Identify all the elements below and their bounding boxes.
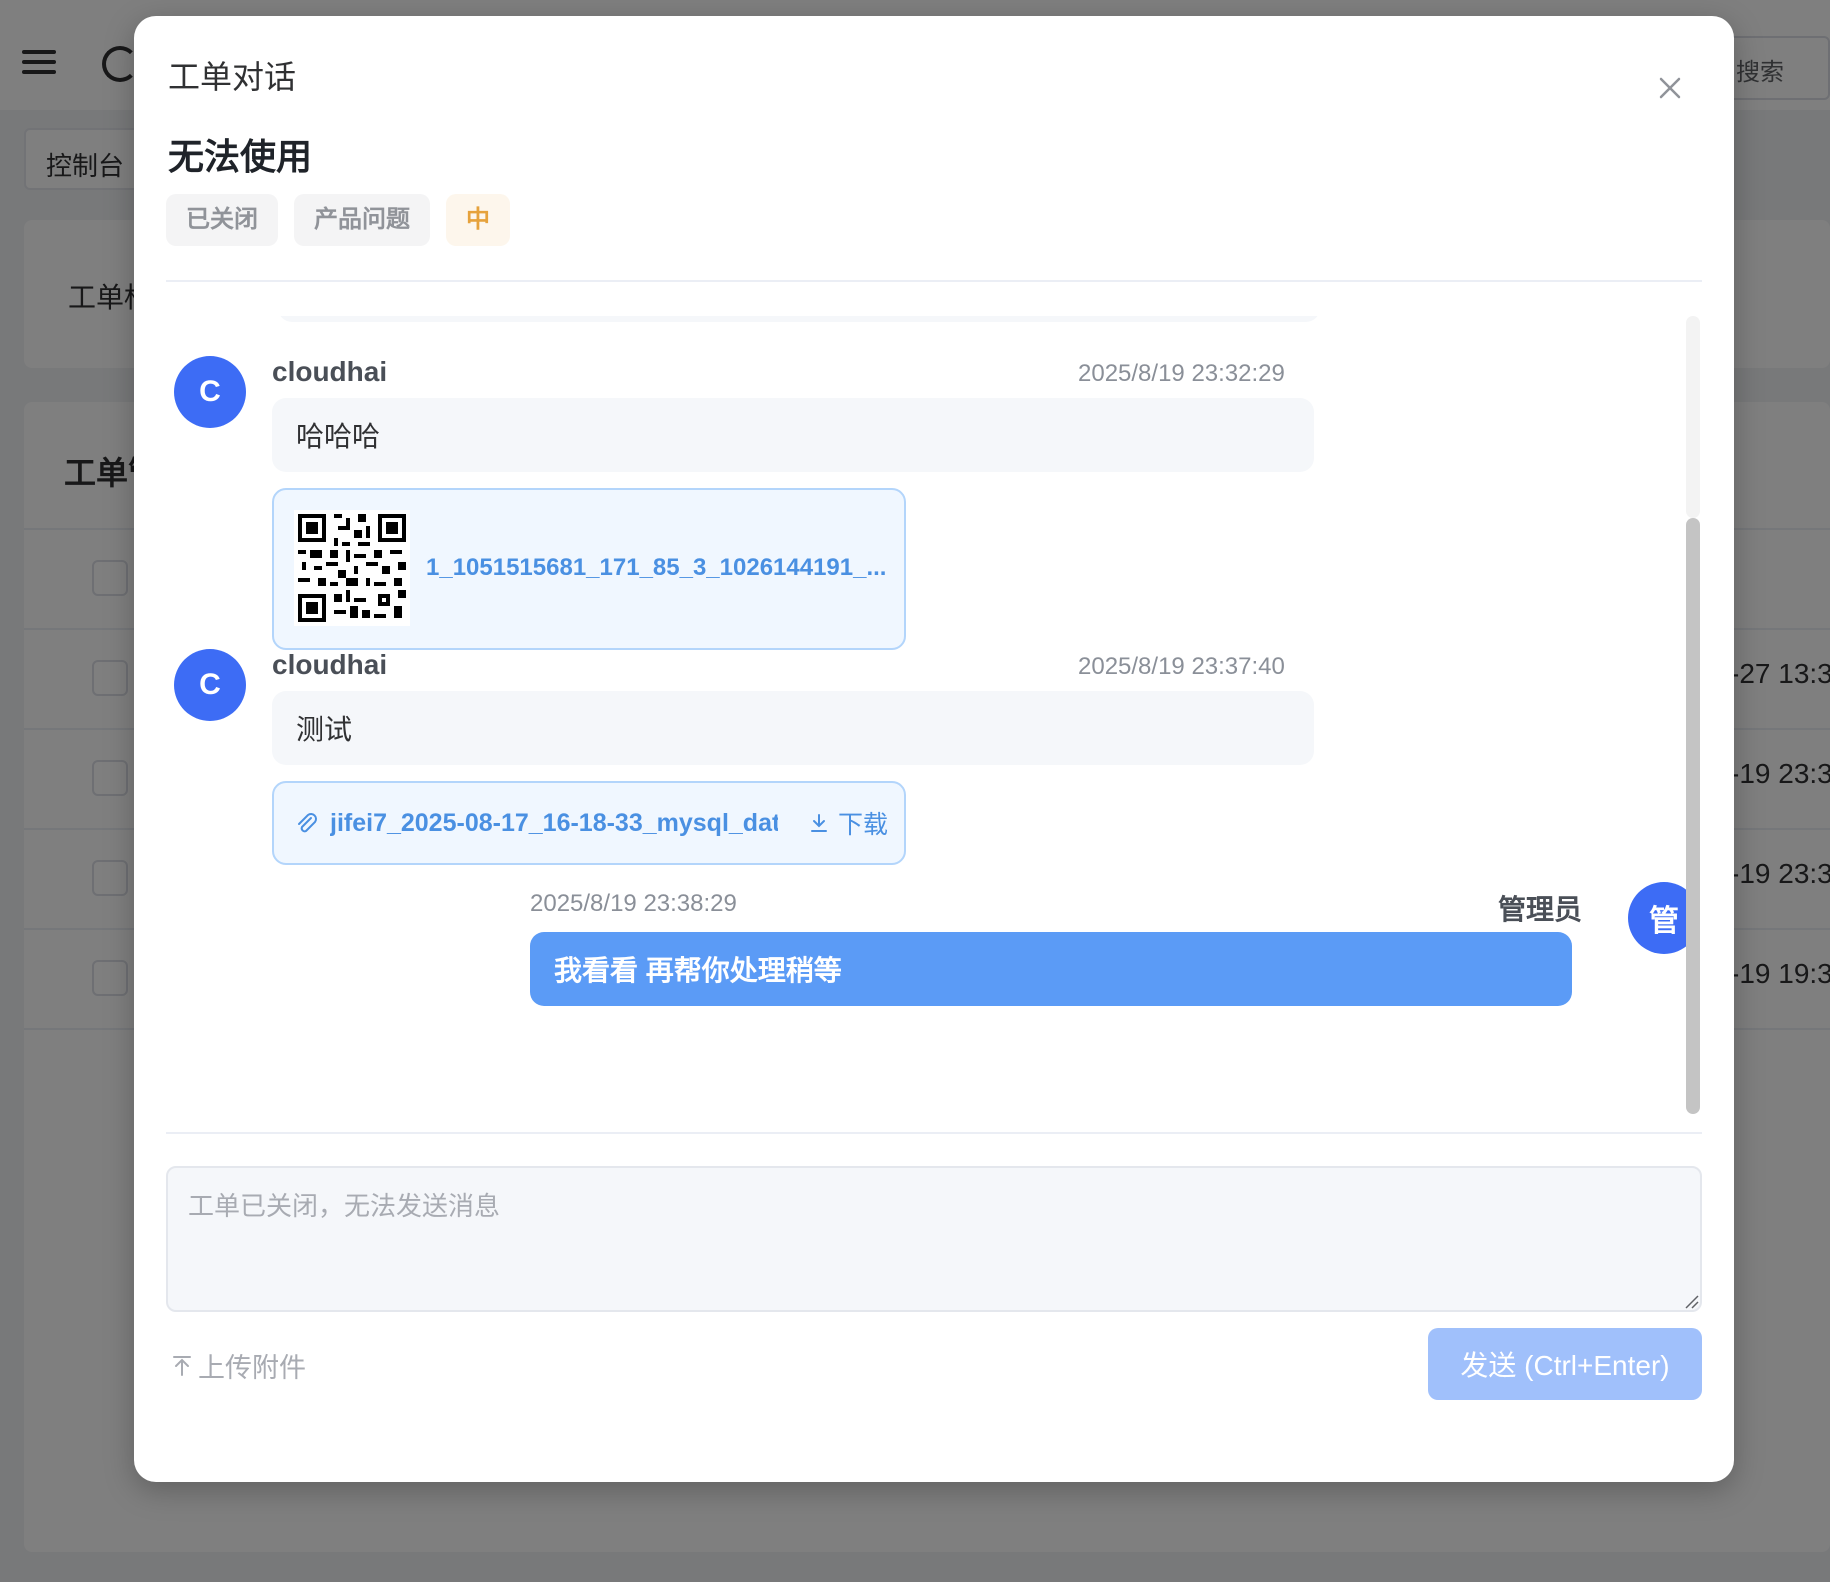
avatar: C (174, 356, 246, 428)
ticket-tags: 已关闭 产品问题 中 (166, 194, 510, 246)
message-text: 测试 (296, 714, 353, 745)
message-input[interactable] (166, 1166, 1702, 1312)
ticket-title: 无法使用 (168, 136, 313, 177)
status-badge: 已关闭 (166, 194, 278, 246)
close-icon[interactable] (1648, 66, 1692, 110)
message-list[interactable]: C cloudhai 2025/8/19 23:32:29 哈哈哈 1_1051… (166, 316, 1702, 1116)
message-text: 哈哈哈 (296, 421, 381, 452)
priority-badge: 中 (446, 194, 510, 246)
file-attachment-link[interactable]: jifei7_2025-08-17_16-18-33_mysql_dat... (330, 809, 778, 838)
message-sender: cloudhai (272, 649, 388, 680)
scrollbar-thumb[interactable] (1686, 518, 1700, 1114)
scrollbar-track[interactable] (1686, 316, 1700, 518)
download-icon (811, 814, 827, 832)
category-badge: 产品问题 (294, 194, 430, 246)
upload-icon (173, 1355, 191, 1376)
message-time: 2025/8/19 23:32:29 (1078, 360, 1285, 387)
message-text: 我看看 再帮你处理稍等 (554, 955, 842, 986)
ticket-chat-dialog: 工单对话 无法使用 已关闭 产品问题 中 C cloudhai 2025/8/1… (134, 16, 1734, 1482)
message-bubble: 测试 (272, 691, 1314, 765)
qr-code-thumbnail[interactable] (294, 510, 410, 626)
avatar: C (174, 649, 246, 721)
download-button[interactable]: 下载 (808, 805, 888, 841)
message-time: 2025/8/19 23:37:40 (1078, 653, 1285, 680)
resize-handle-icon[interactable] (1682, 1292, 1700, 1310)
send-button[interactable]: 发送 (Ctrl+Enter) (1428, 1328, 1702, 1400)
upload-label: 上传附件 (198, 1353, 306, 1383)
dialog-title: 工单对话 (168, 59, 297, 95)
message-bubble: 我看看 再帮你处理稍等 (530, 932, 1572, 1006)
message-sender: 管理员 (1497, 894, 1582, 925)
paperclip-icon (298, 813, 317, 833)
previous-message-bubble (278, 316, 1320, 322)
message-sender: cloudhai (272, 356, 388, 387)
download-label: 下载 (838, 811, 889, 839)
image-attachment[interactable]: 1_1051515681_171_85_3_1026144191_... (272, 488, 906, 650)
upload-attachment-button[interactable]: 上传附件 (170, 1346, 306, 1385)
image-attachment-link[interactable]: 1_1051515681_171_85_3_1026144191_... (426, 554, 888, 582)
message-time: 2025/8/19 23:38:29 (530, 890, 737, 917)
file-attachment[interactable]: jifei7_2025-08-17_16-18-33_mysql_dat... … (272, 781, 906, 865)
message-bubble: 哈哈哈 (272, 398, 1314, 472)
